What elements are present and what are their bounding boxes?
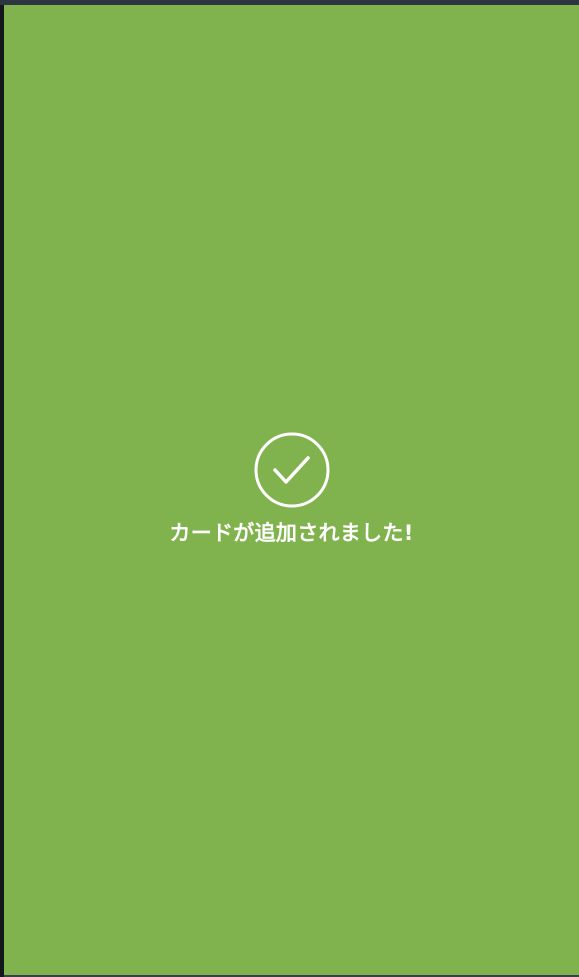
success-message: カードが追加されました!	[169, 521, 414, 545]
check-circle-icon	[254, 432, 329, 508]
success-screen: カードが追加されました!	[4, 5, 579, 975]
device-frame: カードが追加されました!	[0, 0, 579, 977]
success-content: カードが追加されました!	[4, 432, 579, 547]
